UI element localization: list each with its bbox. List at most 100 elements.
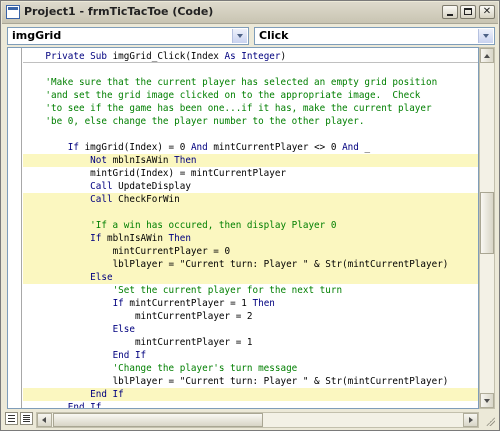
code-keyword: Call [90, 181, 119, 192]
code-line[interactable]: 'and set the grid image clicked on to th… [23, 89, 478, 102]
code-comment: 'to see if the game has been one...if it… [45, 103, 432, 114]
close-button[interactable]: ✕ [479, 5, 495, 19]
code-line[interactable]: 'to see if the game has been one...if it… [23, 102, 478, 115]
scroll-left-icon[interactable] [37, 413, 52, 427]
code-area[interactable]: Private Sub imgGrid_Click(Index As Integ… [23, 48, 478, 408]
horizontal-scrollbar[interactable] [36, 412, 479, 428]
code-line[interactable]: mintCurrentPlayer = 1 [23, 336, 478, 349]
code-line[interactable]: mintGrid(Index) = mintCurrentPlayer [23, 167, 478, 180]
code-comment: 'Set the current player for the next tur… [112, 285, 343, 296]
code-text: mintGrid(Index) = mintCurrentPlayer [90, 168, 287, 179]
code-text: mintCurrentPlayer <> 0 [213, 142, 343, 153]
code-line[interactable]: End If [23, 349, 478, 362]
code-text: mblnIsAWin [112, 155, 175, 166]
code-line[interactable]: If imgGrid(Index) = 0 And mintCurrentPla… [23, 141, 478, 154]
code-keyword: Then [252, 298, 275, 309]
maximize-button[interactable] [460, 5, 476, 19]
scroll-down-icon[interactable] [480, 393, 494, 408]
code-line[interactable]: 'Make sure that the current player has s… [23, 76, 478, 89]
code-window: Project1 - frmTicTacToe (Code) ✕ imgGrid… [0, 0, 500, 431]
code-line[interactable]: Else [23, 323, 478, 336]
code-line[interactable]: mintCurrentPlayer = 0 [23, 245, 478, 258]
code-line[interactable] [23, 206, 478, 219]
code-comment: 'If a win has occured, then display Play… [90, 220, 337, 231]
full-module-view-icon[interactable] [20, 412, 33, 425]
chevron-down-icon[interactable] [478, 29, 493, 43]
code-line[interactable]: 'Change the player's turn message [23, 362, 478, 375]
code-line[interactable] [23, 63, 478, 76]
code-text: mintCurrentPlayer = 1 [129, 298, 253, 309]
code-text: imgGrid(Index) = 0 [84, 142, 191, 153]
object-combo[interactable]: imgGrid [7, 27, 249, 45]
object-combo-value: imgGrid [12, 29, 62, 42]
code-line[interactable]: Call UpdateDisplay [23, 180, 478, 193]
code-line[interactable]: 'be 0, else change the player number to … [23, 115, 478, 128]
procedure-combo-value: Click [259, 29, 289, 42]
code-keyword: If [90, 233, 107, 244]
minimize-button[interactable] [442, 5, 458, 19]
code-line[interactable]: If mblnIsAWin Then [23, 232, 478, 245]
chevron-down-icon[interactable] [232, 29, 247, 43]
code-line[interactable]: End If [23, 401, 478, 408]
code-line[interactable]: Call CheckForWin [23, 193, 478, 206]
code-text: CheckForWin [118, 194, 180, 205]
code-line[interactable]: 'Set the current player for the next tur… [23, 284, 478, 297]
vertical-scroll-thumb[interactable] [480, 192, 494, 254]
code-line[interactable]: Not mblnIsAWin Then [23, 154, 478, 167]
title-bar[interactable]: Project1 - frmTicTacToe (Code) ✕ [2, 2, 498, 24]
vertical-scrollbar[interactable] [479, 47, 495, 409]
code-keyword: Not [90, 155, 113, 166]
code-line[interactable]: 'If a win has occured, then display Play… [23, 219, 478, 232]
code-line[interactable]: mintCurrentPlayer = 2 [23, 310, 478, 323]
code-keyword: If [112, 298, 130, 309]
code-line[interactable]: lblPlayer = "Current turn: Player " & St… [23, 375, 478, 388]
code-keyword: And [342, 142, 365, 153]
code-text: mintCurrentPlayer = 1 [134, 337, 253, 348]
code-keyword: Then [174, 155, 197, 166]
code-line[interactable]: lblPlayer = "Current turn: Player " & St… [23, 258, 478, 271]
code-text: UpdateDisplay [118, 181, 191, 192]
code-keyword: As Integer [224, 51, 281, 62]
code-line[interactable]: If mintCurrentPlayer = 1 Then [23, 297, 478, 310]
code-keyword: End If [90, 389, 124, 400]
procedure-combo[interactable]: Click [254, 27, 495, 45]
window-title: Project1 - frmTicTacToe (Code) [24, 5, 214, 18]
procedure-view-icon[interactable] [5, 412, 18, 425]
code-comment: 'Change the player's turn message [112, 363, 298, 374]
code-text: mintCurrentPlayer = 0 [112, 246, 231, 257]
code-text: imgGrid_Click(Index [112, 51, 225, 62]
code-line[interactable] [23, 128, 478, 141]
code-line[interactable]: Else [23, 271, 478, 284]
code-keyword: Call [90, 194, 119, 205]
scroll-right-icon[interactable] [463, 413, 478, 427]
resize-grip-icon[interactable] [483, 414, 495, 426]
code-window-icon [6, 5, 20, 19]
code-comment: 'Make sure that the current player has s… [45, 77, 438, 88]
code-keyword: Else [112, 324, 135, 335]
code-comment: 'and set the grid image clicked on to th… [45, 90, 421, 101]
code-keyword: Private Sub [45, 51, 113, 62]
code-text: _ [364, 142, 371, 153]
code-keyword: Then [168, 233, 191, 244]
code-line[interactable]: Private Sub imgGrid_Click(Index As Integ… [23, 50, 478, 63]
code-keyword: Else [90, 272, 113, 283]
code-keyword: And [190, 142, 214, 153]
code-text: mintCurrentPlayer = 2 [134, 311, 253, 322]
margin-indicator-bar[interactable] [8, 48, 22, 408]
code-editor[interactable]: Private Sub imgGrid_Click(Index As Integ… [7, 47, 479, 409]
code-text: ) [280, 51, 287, 62]
scroll-up-icon[interactable] [480, 48, 494, 63]
horizontal-scroll-thumb[interactable] [53, 413, 263, 427]
code-line[interactable]: End If [23, 388, 478, 401]
